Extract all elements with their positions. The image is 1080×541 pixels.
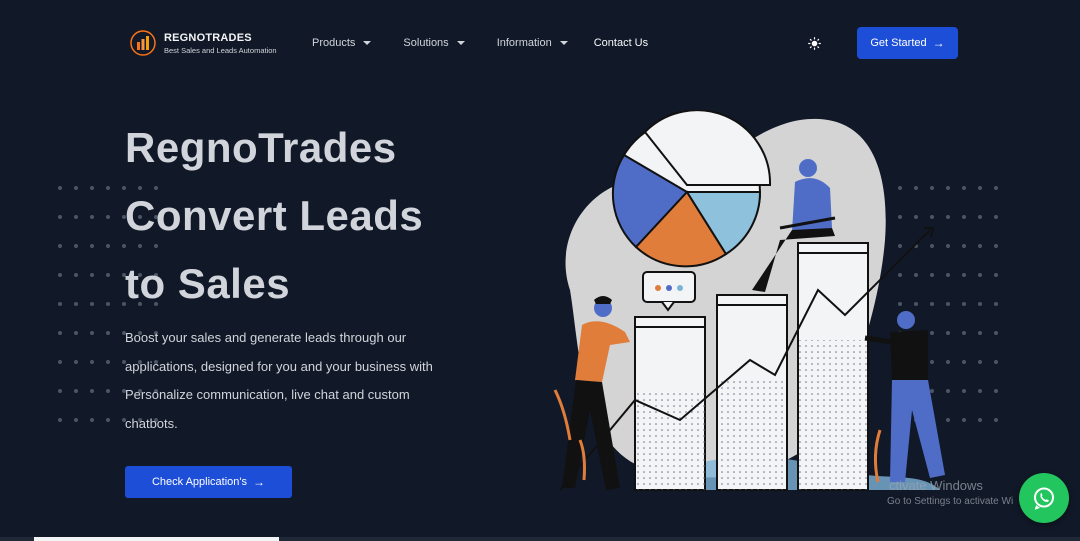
- hero-description-line-4: chatbots.: [125, 415, 178, 431]
- decorative-dot: [58, 244, 62, 248]
- decorative-dot: [90, 244, 94, 248]
- decorative-dot: [74, 215, 78, 219]
- chevron-down-icon: [363, 41, 372, 45]
- menu-information[interactable]: Information: [497, 37, 568, 49]
- decorative-dot: [90, 331, 94, 335]
- decorative-dot: [106, 186, 110, 190]
- brand-text: REGNOTRADES Best Sales and Leads Automat…: [164, 32, 277, 55]
- decorative-dot: [90, 215, 94, 219]
- decorative-dot: [90, 418, 94, 422]
- decorative-dot: [74, 331, 78, 335]
- decorative-dot: [74, 389, 78, 393]
- decorative-dot: [74, 302, 78, 306]
- hero-title-line-2: Convert Leads: [125, 192, 424, 239]
- decorative-dot: [106, 273, 110, 277]
- hero-title-line-3: to Sales: [125, 260, 291, 307]
- brand-name: REGNOTRADES: [164, 31, 252, 44]
- arrow-right-icon: →: [253, 475, 266, 489]
- decorative-dot: [74, 186, 78, 190]
- decorative-dot: [90, 273, 94, 277]
- menu-products[interactable]: Products: [312, 37, 372, 49]
- decorative-dot: [106, 418, 110, 422]
- hero-description-line-3: Personalize communication, live chat and…: [125, 387, 410, 402]
- menu-contact-us[interactable]: Contact Us: [594, 37, 648, 49]
- menu-products-label: Products: [312, 37, 356, 49]
- check-applications-button[interactable]: Check Application's →: [125, 466, 292, 498]
- decorative-dot: [58, 302, 62, 306]
- hero-title: RegnoTrades Convert Leads to Sales: [125, 114, 423, 318]
- check-applications-label: Check Application's: [151, 476, 248, 488]
- decorative-dot: [74, 418, 78, 422]
- decorative-dot: [90, 302, 94, 306]
- decorative-dot: [74, 244, 78, 248]
- decorative-dot: [106, 244, 110, 248]
- decorative-dot: [58, 273, 62, 277]
- hero-description-line-1: Boost your sales and generate leads thro…: [125, 330, 407, 345]
- decorative-dot: [74, 360, 78, 364]
- decorative-dot: [74, 273, 78, 277]
- main-menu: Products Solutions Information Contact U…: [312, 27, 680, 59]
- brand-tagline: Best Sales and Leads Automation: [164, 45, 277, 55]
- brand-logo[interactable]: REGNOTRADES Best Sales and Leads Automat…: [130, 30, 277, 56]
- menu-information-label: Information: [496, 37, 552, 49]
- windows-activation-watermark: ctivate Windows Go to Settings to activa…: [887, 478, 1013, 507]
- decorative-dot: [58, 331, 62, 335]
- hero-title-line-1: RegnoTrades: [125, 124, 397, 171]
- decorative-dot: [58, 186, 62, 190]
- logo-bars-icon: [130, 30, 156, 56]
- decorative-dot: [58, 389, 62, 393]
- whatsapp-chat-button[interactable]: [1019, 473, 1069, 523]
- decorative-dot: [106, 302, 110, 306]
- menu-solutions-label: Solutions: [403, 37, 449, 49]
- sun-icon[interactable]: [808, 37, 821, 50]
- hero-description: Boost your sales and generate leads thro…: [125, 324, 465, 438]
- decorative-dot: [106, 389, 110, 393]
- decorative-dot: [106, 215, 110, 219]
- bottom-strip-highlight: [34, 537, 279, 541]
- top-navigation: REGNOTRADES Best Sales and Leads Automat…: [0, 27, 1080, 59]
- arrow-right-icon: →: [932, 36, 945, 50]
- decorative-dot: [106, 331, 110, 335]
- person-right-graphic: [864, 311, 945, 483]
- decorative-dot: [90, 186, 94, 190]
- whatsapp-icon: [1034, 487, 1054, 510]
- hero-illustration: [553, 110, 945, 491]
- get-started-button[interactable]: Get Started →: [857, 27, 958, 59]
- hero-description-line-2: applications, designed for you and your …: [125, 358, 433, 374]
- windows-activation-line-2: Go to Settings to activate Wi: [887, 496, 1014, 507]
- decorative-dot: [90, 360, 94, 364]
- decorative-dot: [58, 418, 62, 422]
- get-started-label: Get Started: [870, 37, 927, 49]
- menu-solutions[interactable]: Solutions: [403, 37, 465, 49]
- decorative-dot: [58, 360, 62, 364]
- chevron-down-icon: [456, 41, 465, 45]
- decorative-dot: [106, 360, 110, 364]
- decorative-dot: [58, 215, 62, 219]
- chevron-down-icon: [559, 41, 568, 45]
- windows-activation-line-1: ctivate Windows: [889, 478, 983, 493]
- decorative-dot: [90, 389, 94, 393]
